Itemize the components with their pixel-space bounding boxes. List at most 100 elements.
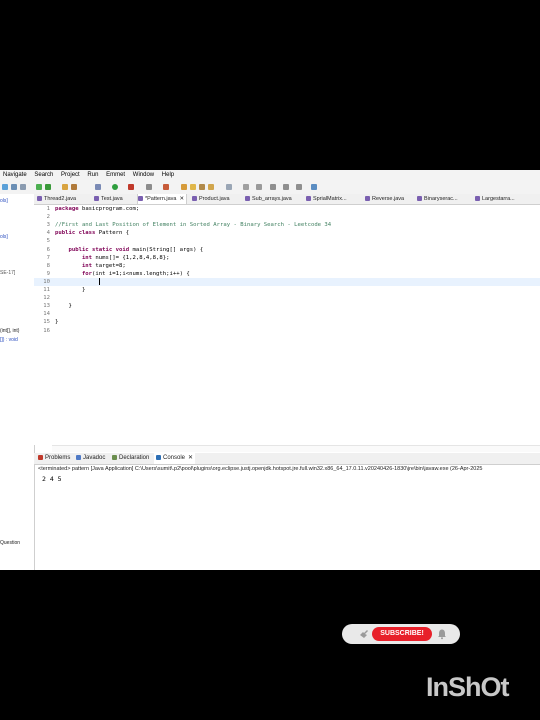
tab-problems[interactable]: Problems — [38, 453, 70, 464]
declaration-icon — [112, 454, 117, 460]
tab-sub-arrays[interactable]: Sub_arrays.java — [245, 194, 292, 204]
new-icon[interactable] — [2, 184, 8, 190]
close-icon[interactable]: ✕ — [180, 196, 185, 202]
java-file-icon — [94, 196, 99, 202]
tab-test[interactable]: Test.java — [94, 194, 123, 204]
save-icon[interactable] — [11, 184, 17, 190]
menu-emmet[interactable]: Emmet — [106, 170, 125, 181]
code-line: int target=8; — [55, 262, 126, 270]
code-line: int nums[]= {1,2,8,4,8,8}; — [55, 254, 170, 262]
perspective-icon[interactable] — [311, 184, 317, 190]
new-package-icon[interactable] — [181, 184, 187, 190]
code-line: for(int i=1;i<nums.length;i++) { — [55, 270, 190, 278]
subscribe-button[interactable]: SUBSCRIBE! — [372, 627, 432, 641]
keyword: public static void — [55, 246, 130, 253]
keyword: for — [55, 270, 93, 277]
console-terminated-label: <terminated> pattern [Java Application] … — [38, 466, 483, 472]
menu-help[interactable]: Help — [162, 170, 174, 181]
print-icon[interactable] — [20, 184, 26, 190]
code-text: (int i=1;i<nums.length;i++) { — [92, 270, 190, 277]
tab-javadoc[interactable]: Javadoc — [76, 453, 105, 464]
code-text: } — [55, 287, 86, 293]
java-file-icon — [245, 196, 250, 202]
tab-binaryserac[interactable]: Binaryserac... — [417, 194, 458, 204]
tab-reverse[interactable]: Reverse.java — [365, 194, 404, 204]
code-text: } — [55, 303, 72, 310]
outline-item[interactable]: (int[], int) — [0, 328, 19, 334]
line-number: 14 — [43, 311, 50, 318]
debug-icon[interactable] — [36, 184, 42, 190]
line-number: 15 — [43, 319, 50, 326]
new-class-icon[interactable] — [190, 184, 196, 190]
tab-pattern[interactable]: *Pattern.java ✕ — [137, 194, 188, 204]
java-file-icon — [417, 196, 422, 202]
code-text: Pattern { — [95, 230, 130, 237]
menu-navigate[interactable]: Navigate — [3, 170, 27, 181]
coverage-icon[interactable] — [128, 184, 134, 190]
code-line: } — [55, 318, 58, 326]
back-icon[interactable] — [270, 184, 276, 190]
line-number-gutter: 1 2 3 4 5 6 7 8 9 10 11 12 13 14 15 16 — [34, 205, 52, 445]
line-number: 16 — [43, 327, 50, 334]
eclipse-window: Navigate Search Project Run Emmet Window… — [0, 170, 540, 570]
external-tools-icon[interactable] — [146, 184, 152, 190]
keyword: int — [55, 254, 93, 261]
tree-item[interactable]: ols] — [0, 198, 8, 204]
tab-thread2[interactable]: Thread2.java — [37, 194, 76, 204]
editor-tabs: Thread2.java Test.java *Pattern.java ✕ Pr… — [34, 194, 540, 205]
line-number: 2 — [46, 214, 50, 221]
tab-declaration[interactable]: Declaration — [112, 453, 149, 464]
line-number: 8 — [46, 262, 50, 269]
line-number: 4 — [46, 230, 50, 237]
line-number: 11 — [43, 287, 50, 293]
line-number: 6 — [46, 246, 50, 253]
code-area[interactable]: package basicprogram.com; //First and Las… — [55, 205, 540, 445]
menu-project[interactable]: Project — [61, 170, 80, 181]
tree-item[interactable]: ols] — [0, 234, 8, 240]
run-icon[interactable] — [112, 184, 118, 190]
close-icon[interactable]: ✕ — [188, 455, 193, 461]
bell-icon — [438, 629, 446, 640]
menu-window[interactable]: Window — [133, 170, 154, 181]
line-number: 1 — [46, 206, 50, 212]
debug-config-icon[interactable] — [95, 184, 101, 190]
open-task-icon[interactable] — [199, 184, 205, 190]
toolbar — [0, 181, 540, 195]
tab-sprialmatrix[interactable]: SprialMatrix... — [306, 194, 347, 204]
pointer-hand-icon — [360, 630, 368, 638]
tab-product[interactable]: Product.java — [192, 194, 230, 204]
javadoc-icon — [76, 454, 81, 460]
outline-item[interactable]: []) : void — [0, 337, 18, 343]
next-annotation-icon[interactable] — [226, 184, 232, 190]
console-icon — [156, 454, 161, 460]
tab-console[interactable]: Console ✕ — [154, 453, 196, 464]
skip-icon[interactable] — [45, 184, 51, 190]
open-resource-icon[interactable] — [71, 184, 77, 190]
open-type-icon[interactable] — [62, 184, 68, 190]
tab-largestarra[interactable]: Largestarra... — [475, 194, 515, 204]
menu-run[interactable]: Run — [87, 170, 98, 181]
line-number: 5 — [46, 238, 50, 245]
horizontal-scrollbar[interactable] — [52, 445, 540, 452]
line-number: 9 — [46, 270, 50, 277]
code-editor[interactable]: 1 2 3 4 5 6 7 8 9 10 11 12 13 14 15 16 package basicpro… — [34, 205, 540, 445]
console-tabs: Problems Javadoc Declaration Console ✕ — [34, 453, 540, 465]
code-line: package basicprogram.com; — [55, 205, 139, 213]
code-line: } — [55, 302, 72, 310]
tree-item[interactable]: SE-17] — [0, 270, 15, 276]
console-output: 2 4 5 — [42, 475, 62, 483]
last-edit-icon[interactable] — [256, 184, 262, 190]
forward-dropdown-icon[interactable] — [296, 184, 302, 190]
new-java-project-icon[interactable] — [163, 184, 169, 190]
code-text: basicprogram.com; — [78, 206, 140, 212]
keyword: int — [55, 262, 93, 269]
code-text: main(String[] args) { — [129, 246, 204, 253]
keyword: package — [55, 206, 79, 212]
search-icon[interactable] — [208, 184, 214, 190]
tree-item[interactable]: Question — [0, 540, 20, 546]
forward-icon[interactable] — [283, 184, 289, 190]
java-file-icon — [475, 196, 480, 202]
code-line: //First and Last Position of Element in … — [55, 221, 331, 229]
menu-search[interactable]: Search — [34, 170, 53, 181]
prev-annotation-icon[interactable] — [243, 184, 249, 190]
